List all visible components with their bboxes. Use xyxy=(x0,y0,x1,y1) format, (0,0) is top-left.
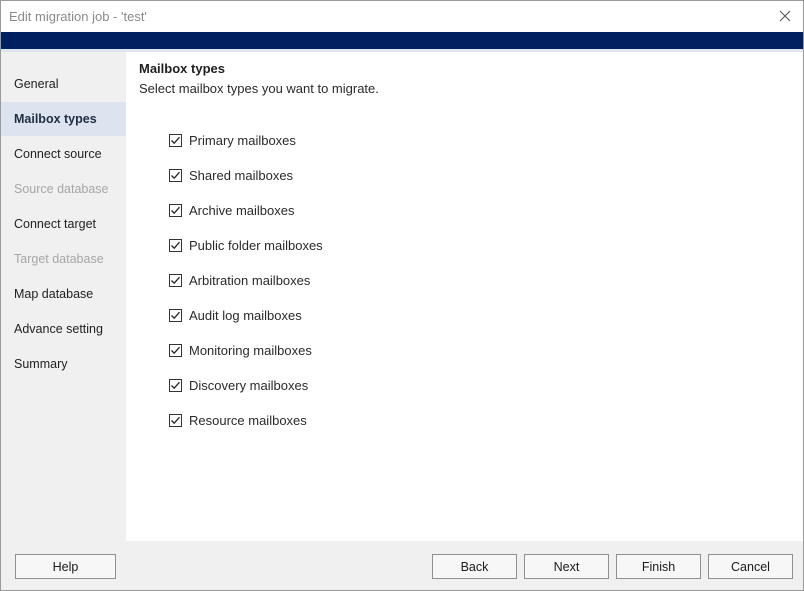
cancel-button[interactable]: Cancel xyxy=(708,554,793,579)
checkmark-icon xyxy=(171,416,180,424)
main-panel: Mailbox types Select mailbox types you w… xyxy=(126,52,803,541)
sidebar-item-source-database: Source database xyxy=(1,172,126,206)
sidebar-item-connect-target[interactable]: Connect target xyxy=(1,207,126,241)
checkbox[interactable] xyxy=(169,168,182,182)
checkmark-icon xyxy=(171,171,180,179)
back-button[interactable]: Back xyxy=(432,554,517,579)
option-resource-mailboxes[interactable]: Resource mailboxes xyxy=(169,410,307,430)
option-label: Archive mailboxes xyxy=(189,202,295,218)
sidebar-item-label: Summary xyxy=(14,357,68,371)
checkmark-icon xyxy=(171,241,180,249)
checkmark-icon xyxy=(171,276,180,284)
option-monitoring-mailboxes[interactable]: Monitoring mailboxes xyxy=(169,340,312,360)
sidebar-item-label: Mailbox types xyxy=(14,112,97,126)
option-discovery-mailboxes[interactable]: Discovery mailboxes xyxy=(169,375,308,395)
option-label: Monitoring mailboxes xyxy=(189,342,312,358)
finish-button[interactable]: Finish xyxy=(616,554,701,579)
checkmark-icon xyxy=(171,206,180,214)
sidebar-item-label: Connect source xyxy=(14,147,102,161)
checkbox[interactable] xyxy=(169,378,182,392)
sidebar-item-target-database: Target database xyxy=(1,242,126,276)
checkbox[interactable] xyxy=(169,203,182,217)
option-archive-mailboxes[interactable]: Archive mailboxes xyxy=(169,200,295,220)
option-arbitration-mailboxes[interactable]: Arbitration mailboxes xyxy=(169,270,310,290)
option-label: Resource mailboxes xyxy=(189,412,307,428)
option-label: Audit log mailboxes xyxy=(189,307,302,323)
sidebar-item-summary[interactable]: Summary xyxy=(1,347,126,381)
option-label: Primary mailboxes xyxy=(189,132,296,148)
page-title: Mailbox types xyxy=(139,61,225,76)
close-icon xyxy=(779,10,791,22)
sidebar-item-label: Target database xyxy=(14,252,104,266)
option-label: Arbitration mailboxes xyxy=(189,272,311,288)
sidebar-item-general[interactable]: General xyxy=(1,67,126,101)
checkbox[interactable] xyxy=(169,273,182,287)
title-bar: Edit migration job - 'test' xyxy=(1,1,803,32)
checkbox[interactable] xyxy=(169,413,182,427)
checkbox[interactable] xyxy=(169,308,182,322)
sidebar-item-label: Connect target xyxy=(14,217,96,231)
checkbox[interactable] xyxy=(169,238,182,252)
sidebar-item-label: Source database xyxy=(14,182,109,196)
sidebar-item-label: General xyxy=(14,77,59,91)
checkbox[interactable] xyxy=(169,343,182,357)
header-banner xyxy=(1,32,803,49)
help-button[interactable]: Help xyxy=(15,554,116,579)
option-public-folder-mailboxes[interactable]: Public folder mailboxes xyxy=(169,235,323,255)
sidebar-item-map-database[interactable]: Map database xyxy=(1,277,126,311)
option-audit-log-mailboxes[interactable]: Audit log mailboxes xyxy=(169,305,302,325)
sidebar-item-connect-source[interactable]: Connect source xyxy=(1,137,126,171)
sidebar-item-mailbox-types[interactable]: Mailbox types xyxy=(1,102,126,136)
sidebar-item-label: Map database xyxy=(14,287,94,301)
close-button[interactable] xyxy=(773,5,797,27)
option-label: Discovery mailboxes xyxy=(189,377,309,393)
option-label: Shared mailboxes xyxy=(189,167,294,183)
checkmark-icon xyxy=(171,136,180,144)
checkmark-icon xyxy=(171,381,180,389)
wizard-steps-sidebar: General Mailbox types Connect source Sou… xyxy=(1,52,126,541)
edit-migration-job-dialog: Edit migration job - 'test' General Mail… xyxy=(0,0,804,591)
next-button[interactable]: Next xyxy=(524,554,609,579)
option-shared-mailboxes[interactable]: Shared mailboxes xyxy=(169,165,293,185)
checkbox[interactable] xyxy=(169,133,182,147)
sidebar-item-advance-setting[interactable]: Advance setting xyxy=(1,312,126,346)
option-primary-mailboxes[interactable]: Primary mailboxes xyxy=(169,130,296,150)
checkmark-icon xyxy=(171,346,180,354)
checkmark-icon xyxy=(171,311,180,319)
page-subtitle: Select mailbox types you want to migrate… xyxy=(139,81,379,96)
option-label: Public folder mailboxes xyxy=(189,237,323,253)
window-title: Edit migration job - 'test' xyxy=(9,9,147,24)
dialog-footer: Help Back Next Finish Cancel xyxy=(1,541,803,590)
sidebar-item-label: Advance setting xyxy=(14,322,103,336)
